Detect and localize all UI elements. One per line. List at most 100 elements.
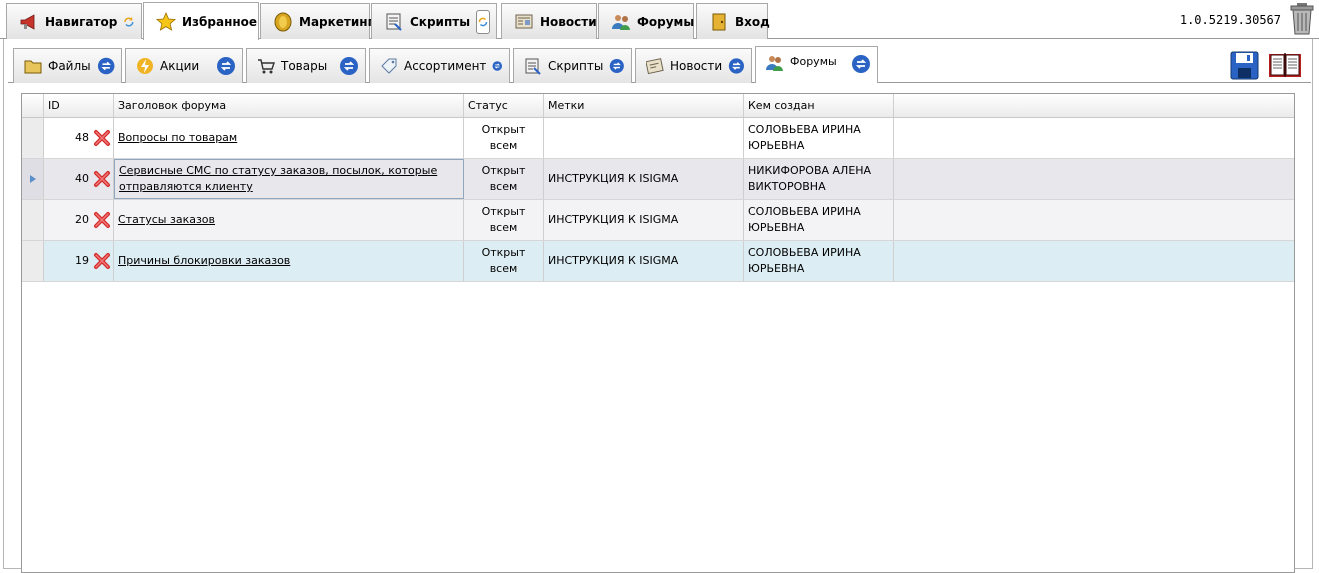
table-row[interactable]: 40 Сервисные СМС по статусу заказов, пос… bbox=[22, 159, 1294, 200]
refresh-icon[interactable] bbox=[476, 9, 490, 34]
id-cell: 40 bbox=[44, 159, 114, 199]
tab-login[interactable]: Вход bbox=[696, 3, 770, 39]
tab-label: Маркетинг bbox=[299, 14, 374, 29]
table-row[interactable]: 19 Причины блокировки заказов Открыт все… bbox=[22, 241, 1294, 282]
column-header-title[interactable]: Заголовок форума bbox=[114, 94, 464, 117]
status-cell: Открыт всем bbox=[464, 200, 544, 240]
users-icon bbox=[766, 54, 784, 72]
script-icon bbox=[524, 57, 542, 75]
column-header-author[interactable]: Кем создан bbox=[744, 94, 894, 117]
tab-navigator[interactable]: Навигатор bbox=[6, 3, 142, 39]
refresh-icon[interactable] bbox=[97, 56, 115, 76]
tab-marketing[interactable]: Маркетинг bbox=[260, 3, 374, 39]
status-cell: Открыт всем bbox=[464, 118, 544, 158]
column-header-tags[interactable]: Метки bbox=[544, 94, 744, 117]
subtab-label: Скрипты bbox=[548, 59, 604, 73]
tags-cell: ИНСТРУКЦИЯ К ISIGMA bbox=[544, 200, 744, 240]
refresh-icon[interactable] bbox=[851, 54, 871, 74]
delete-icon[interactable] bbox=[93, 252, 111, 270]
subtab-label: Акции bbox=[160, 59, 200, 73]
subtab-files[interactable]: Файлы bbox=[13, 48, 122, 83]
newspaper-icon bbox=[646, 57, 664, 75]
tab-favorites[interactable]: Избранное bbox=[143, 2, 259, 40]
newspaper-icon bbox=[514, 12, 534, 32]
tab-forums[interactable]: Форумы bbox=[598, 3, 694, 39]
door-icon bbox=[709, 12, 729, 32]
row-selector[interactable] bbox=[22, 200, 44, 240]
table-row[interactable]: 48 Вопросы по товарам Открыт всем СОЛОВЬ… bbox=[22, 118, 1294, 159]
tags-cell: ИНСТРУКЦИЯ К ISIGMA bbox=[544, 159, 744, 199]
author-cell: СОЛОВЬЕВА ИРИНА ЮРЬЕВНА bbox=[744, 241, 894, 281]
refresh-icon[interactable] bbox=[609, 56, 625, 76]
top-tab-bar: Навигатор Избранное Маркетинг Скрипты Но… bbox=[0, 0, 1319, 40]
title-cell: Вопросы по товарам bbox=[114, 118, 464, 158]
delete-icon[interactable] bbox=[93, 129, 111, 147]
subtab-products[interactable]: Товары bbox=[246, 48, 366, 83]
forum-title-link[interactable]: Вопросы по товарам bbox=[118, 130, 237, 146]
title-cell: Сервисные СМС по статусу заказов, посыло… bbox=[114, 159, 464, 199]
tab-label: Вход bbox=[735, 14, 770, 29]
subtab-assortment[interactable]: Ассортимент bbox=[369, 48, 510, 83]
tab-label: Новости bbox=[540, 14, 597, 29]
save-icon[interactable] bbox=[1230, 51, 1259, 80]
delete-icon[interactable] bbox=[93, 170, 111, 188]
refresh-icon[interactable] bbox=[216, 56, 236, 76]
tags-cell bbox=[544, 118, 744, 158]
id-cell: 20 bbox=[44, 200, 114, 240]
row-selector[interactable] bbox=[22, 241, 44, 281]
id-cell: 48 bbox=[44, 118, 114, 158]
id-cell: 19 bbox=[44, 241, 114, 281]
subtab-promotions[interactable]: Акции bbox=[125, 48, 243, 83]
table-row[interactable]: 20 Статусы заказов Открыт всем ИНСТРУКЦИ… bbox=[22, 200, 1294, 241]
tab-scripts[interactable]: Скрипты bbox=[371, 3, 497, 39]
refresh-icon[interactable] bbox=[123, 10, 135, 34]
subtab-label: Ассортимент bbox=[404, 59, 487, 73]
subtab-label: Новости bbox=[670, 59, 723, 73]
forums-grid: ID Заголовок форума Статус Метки Кем соз… bbox=[21, 93, 1295, 573]
trash-icon[interactable] bbox=[1289, 2, 1315, 36]
column-header-id[interactable]: ID bbox=[44, 94, 114, 117]
row-selector[interactable] bbox=[22, 118, 44, 158]
users-icon bbox=[611, 12, 631, 32]
tab-label: Избранное bbox=[182, 14, 258, 29]
selector-column-header bbox=[22, 94, 44, 117]
refresh-icon[interactable] bbox=[728, 56, 745, 76]
folder-icon bbox=[24, 57, 42, 75]
tab-label: Форумы bbox=[637, 14, 695, 29]
star-icon bbox=[156, 11, 176, 32]
subtab-label: Форумы bbox=[790, 55, 837, 68]
grid-header: ID Заголовок форума Статус Метки Кем соз… bbox=[22, 94, 1294, 118]
subtab-label: Товары bbox=[281, 59, 328, 73]
tab-label: Скрипты bbox=[410, 14, 471, 29]
delete-icon[interactable] bbox=[93, 211, 111, 229]
megaphone-icon bbox=[19, 12, 39, 32]
tag-icon bbox=[380, 57, 398, 75]
author-cell: СОЛОВЬЕВА ИРИНА ЮРЬЕВНА bbox=[744, 200, 894, 240]
row-id: 48 bbox=[75, 131, 89, 144]
book-icon[interactable] bbox=[1268, 51, 1302, 78]
row-id: 40 bbox=[75, 172, 89, 185]
subtab-forums[interactable]: Форумы bbox=[755, 46, 878, 83]
row-id: 19 bbox=[75, 254, 89, 267]
status-cell: Открыт всем bbox=[464, 159, 544, 199]
status-cell: Открыт всем bbox=[464, 241, 544, 281]
tab-label: Навигатор bbox=[45, 14, 118, 29]
row-selector[interactable] bbox=[22, 159, 44, 199]
version-label: 1.0.5219.30567 bbox=[1179, 13, 1281, 27]
tab-news[interactable]: Новости bbox=[501, 3, 597, 39]
author-cell: СОЛОВЬЕВА ИРИНА ЮРЬЕВНА bbox=[744, 118, 894, 158]
title-cell: Статусы заказов bbox=[114, 200, 464, 240]
forum-title-link[interactable]: Сервисные СМС по статусу заказов, посыло… bbox=[119, 163, 459, 195]
title-cell: Причины блокировки заказов bbox=[114, 241, 464, 281]
forum-title-link[interactable]: Статусы заказов bbox=[118, 212, 215, 228]
refresh-icon[interactable] bbox=[492, 56, 503, 76]
subtab-scripts[interactable]: Скрипты bbox=[513, 48, 632, 83]
row-id: 20 bbox=[75, 213, 89, 226]
column-header-status[interactable]: Статус bbox=[464, 94, 544, 117]
forum-title-link[interactable]: Причины блокировки заказов bbox=[118, 253, 290, 269]
refresh-icon[interactable] bbox=[339, 56, 359, 76]
lightning-icon bbox=[136, 57, 154, 75]
subtab-news[interactable]: Новости bbox=[635, 48, 752, 83]
author-cell: НИКИФОРОВА АЛЕНА ВИКТОРОВНА bbox=[744, 159, 894, 199]
coin-icon bbox=[273, 12, 293, 32]
